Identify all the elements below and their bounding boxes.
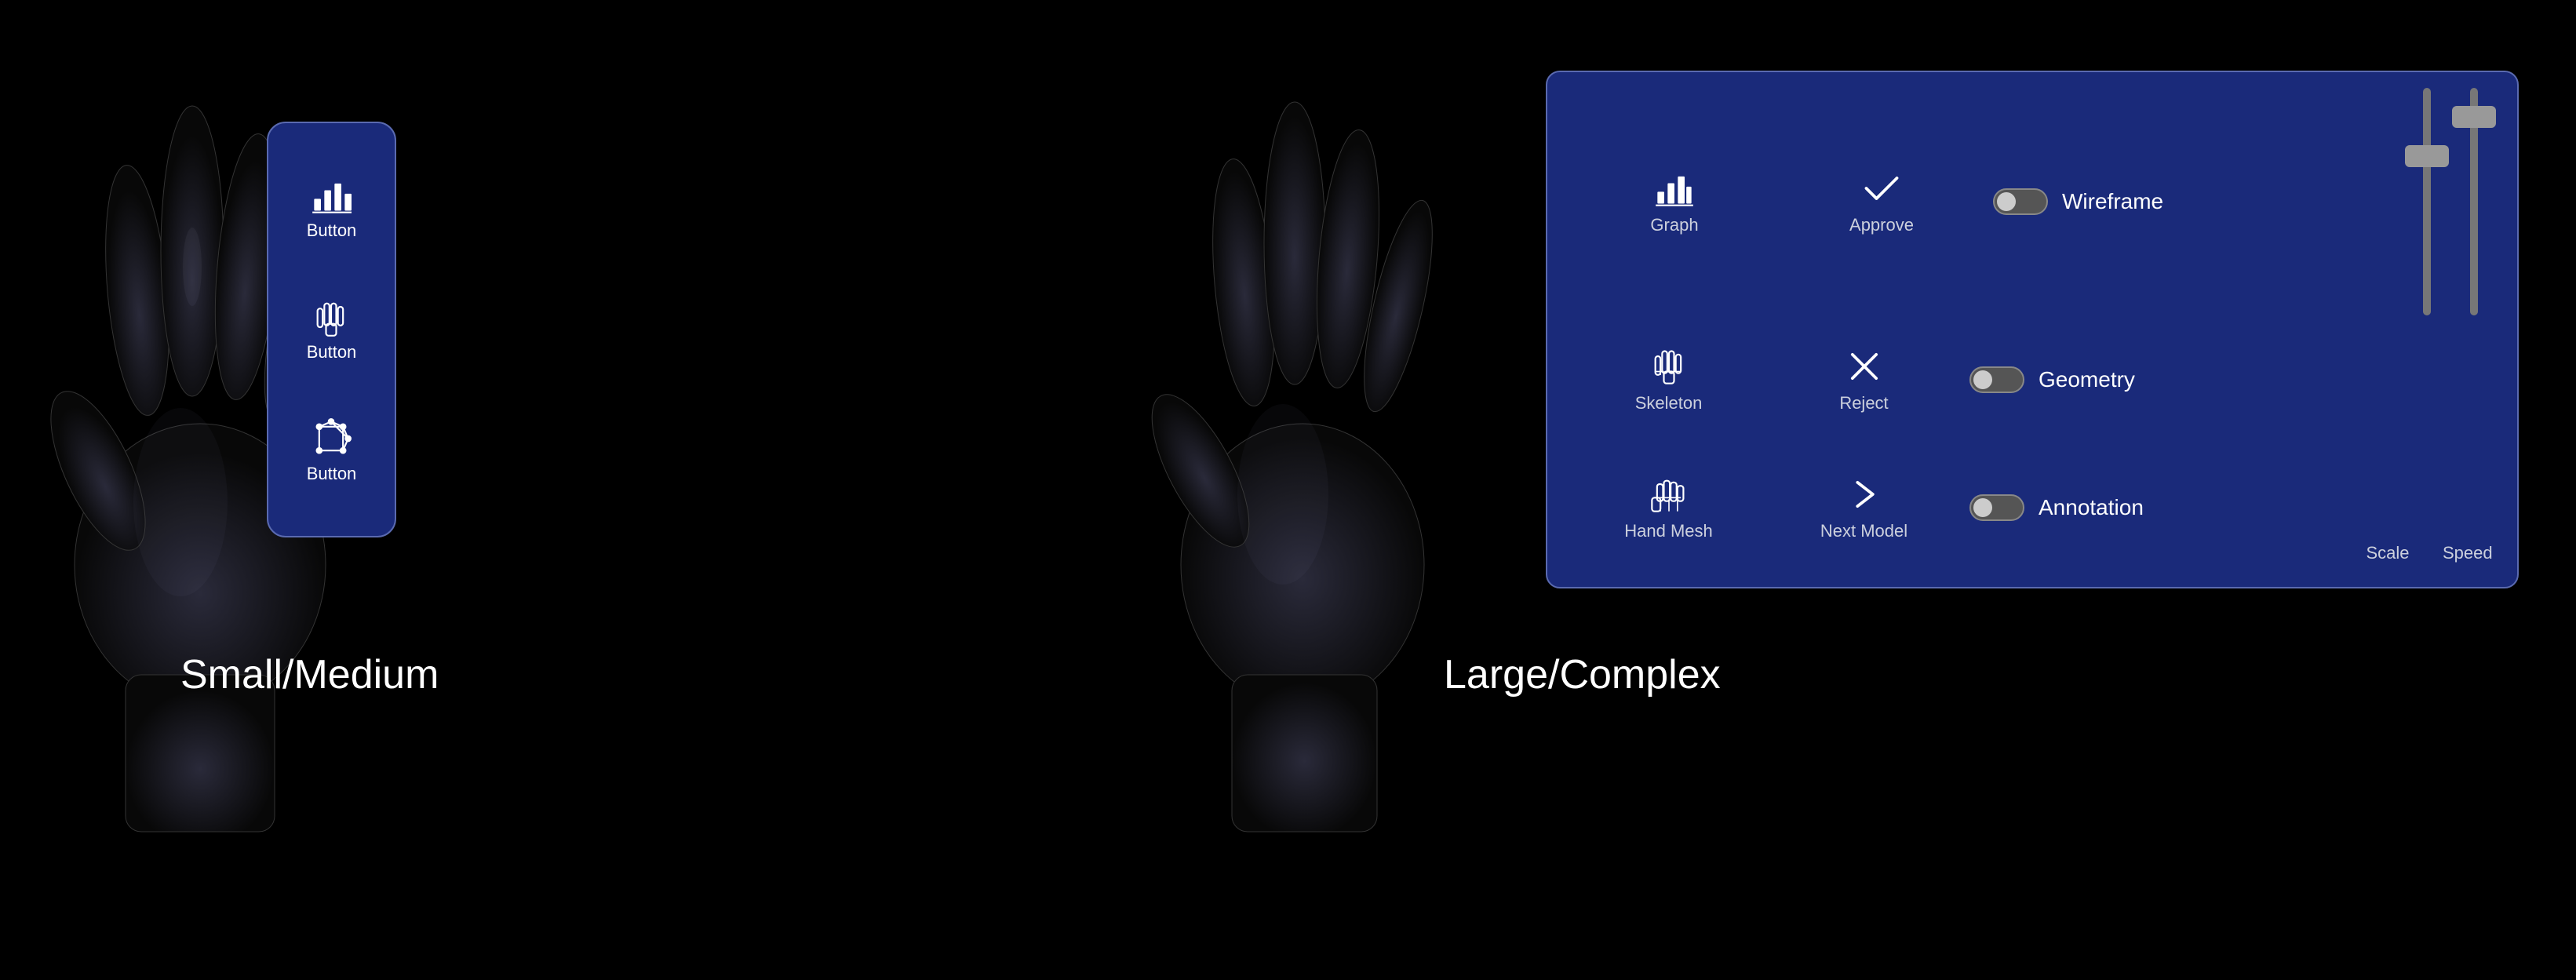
skeleton-label: Skeleton bbox=[1635, 393, 1703, 413]
small-panel-button-1-label: Button bbox=[307, 220, 357, 241]
speed-slider-track[interactable] bbox=[2470, 88, 2478, 315]
small-panel: Button Button Button bbox=[267, 122, 396, 537]
action-reject[interactable]: Reject bbox=[1766, 346, 1962, 413]
bar-chart-icon bbox=[311, 175, 352, 216]
large-panel: Graph Approve Wireframe bbox=[1546, 71, 2519, 588]
toggle-annotation-row: Annotation bbox=[1962, 494, 2360, 521]
small-panel-button-2[interactable]: Button bbox=[307, 297, 357, 362]
graph-icon bbox=[1654, 168, 1695, 209]
reject-label: Reject bbox=[1839, 393, 1888, 413]
chevron-right-icon bbox=[1844, 474, 1885, 515]
speed-slider-thumb[interactable] bbox=[2452, 106, 2496, 128]
scale-slider-track[interactable] bbox=[2423, 88, 2431, 315]
checkmark-icon bbox=[1861, 168, 1902, 209]
scale-slider-thumb[interactable] bbox=[2405, 145, 2449, 167]
small-medium-label: Small/Medium bbox=[180, 651, 439, 698]
annotation-label: Annotation bbox=[2039, 495, 2144, 520]
scale-slider-label: Scale bbox=[2364, 543, 2411, 563]
graph-label: Graph bbox=[1650, 215, 1698, 235]
sliders-area bbox=[2407, 88, 2494, 315]
right-large-hand bbox=[1138, 16, 1467, 840]
skeleton-hand-icon-large bbox=[1649, 346, 1689, 387]
small-panel-button-2-label: Button bbox=[307, 342, 357, 362]
speed-slider-label: Speed bbox=[2443, 543, 2490, 563]
approve-label: Approve bbox=[1849, 215, 1914, 235]
x-mark-icon bbox=[1844, 346, 1885, 387]
skeleton-hand-icon bbox=[311, 297, 352, 337]
large-complex-label: Large/Complex bbox=[1444, 651, 1721, 698]
toggle-annotation[interactable] bbox=[1969, 494, 2024, 521]
action-graph[interactable]: Graph bbox=[1571, 168, 1778, 235]
action-hand-mesh[interactable]: Hand Mesh bbox=[1571, 474, 1766, 541]
small-panel-button-3[interactable]: Button bbox=[307, 418, 357, 484]
action-skeleton[interactable]: Skeleton bbox=[1571, 346, 1766, 413]
action-next-model[interactable]: Next Model bbox=[1766, 474, 1962, 541]
action-approve[interactable]: Approve bbox=[1778, 168, 1985, 235]
geometry-label: Geometry bbox=[2039, 367, 2135, 392]
toggle-wireframe[interactable] bbox=[1993, 188, 2048, 215]
toggle-geometry-row: Geometry bbox=[1962, 366, 2360, 393]
wireframe-label: Wireframe bbox=[2062, 189, 2163, 214]
small-panel-button-3-label: Button bbox=[307, 464, 357, 484]
cube-skeleton-icon bbox=[311, 418, 352, 459]
small-panel-button-1[interactable]: Button bbox=[307, 175, 357, 241]
toggle-geometry[interactable] bbox=[1969, 366, 2024, 393]
hand-mesh-label: Hand Mesh bbox=[1624, 521, 1713, 541]
next-model-label: Next Model bbox=[1820, 521, 1907, 541]
hand-raised-icon bbox=[1649, 474, 1689, 515]
toggle-wireframe-row: Wireframe bbox=[1985, 188, 2407, 215]
